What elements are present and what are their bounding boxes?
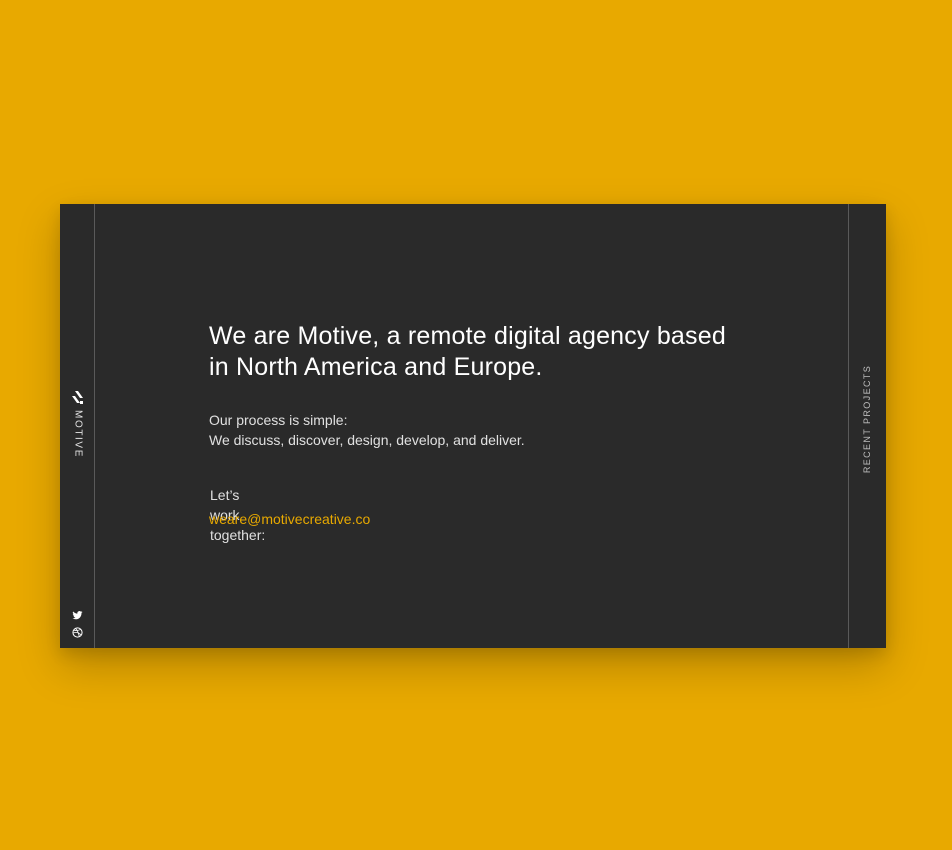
right-sidebar: RECENT PROJECTS xyxy=(848,204,886,648)
process-steps: We discuss, discover, design, develop, a… xyxy=(209,432,525,448)
dribbble-icon[interactable] xyxy=(72,627,83,638)
main-card: MOTIVE We are Motive, a remote digital a… xyxy=(60,204,886,648)
brand-name[interactable]: MOTIVE xyxy=(73,410,84,458)
recent-projects-link[interactable]: RECENT PROJECTS xyxy=(862,365,872,473)
email-link[interactable]: weare@motivecreative.co xyxy=(209,509,370,529)
motive-logo-icon[interactable] xyxy=(72,391,84,405)
process-intro: Our process is simple: xyxy=(209,412,348,428)
twitter-icon[interactable] xyxy=(72,610,83,621)
headline: We are Motive, a remote digital agency b… xyxy=(209,322,726,381)
left-sidebar: MOTIVE xyxy=(60,204,95,648)
